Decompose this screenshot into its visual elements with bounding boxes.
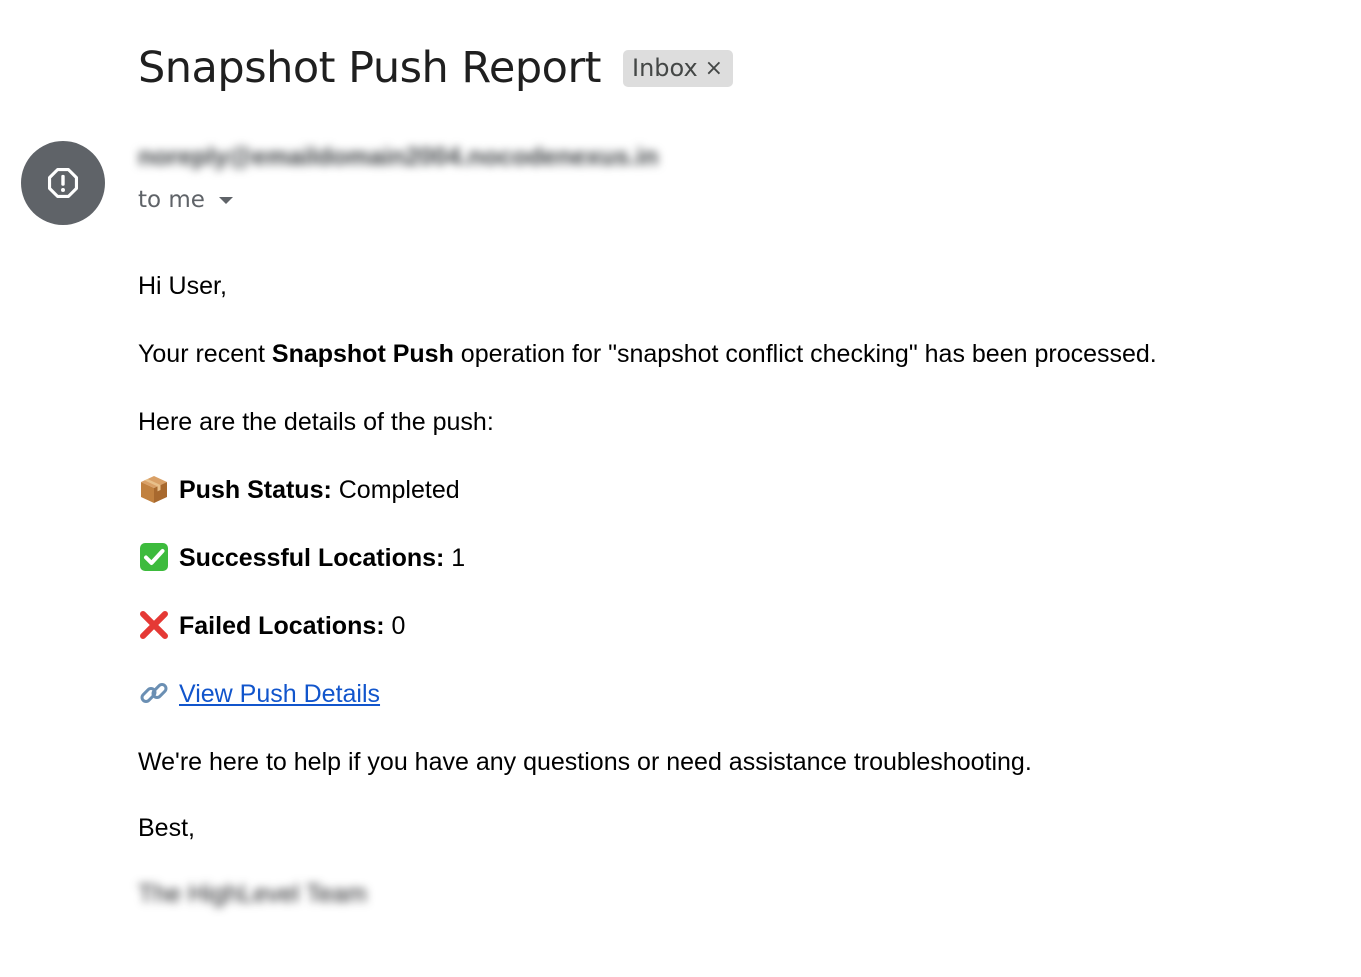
successful-locations-label: Successful Locations:: [179, 544, 445, 572]
subject-row: Snapshot Push Report Inbox ×: [138, 40, 734, 96]
greeting: Hi User,: [138, 272, 227, 300]
chevron-down-icon[interactable]: [218, 196, 233, 204]
failed-locations-value: 0: [384, 612, 406, 640]
successful-locations-value: 1: [444, 544, 466, 572]
details-intro: Here are the details of the push:: [138, 408, 494, 436]
email-view: Snapshot Push Report Inbox × noreply@ema…: [0, 0, 1361, 977]
help-text: We're here to help if you have any quest…: [138, 748, 1032, 776]
inbox-label-chip[interactable]: Inbox ×: [622, 49, 734, 87]
intro-suffix: operation for "snapshot conflict checkin…: [453, 340, 1157, 368]
push-status-label: Push Status:: [179, 476, 332, 504]
intro-prefix: Your recent: [138, 340, 272, 368]
view-details-line: View Push Details: [138, 676, 1318, 712]
link-icon: [140, 683, 168, 703]
recipient-text: to me: [138, 187, 205, 213]
recipient-details[interactable]: to me: [138, 187, 233, 213]
package-icon: [141, 476, 167, 503]
team-signature: The HighLevel Team: [138, 880, 367, 908]
push-status-line: Push Status: Completed: [138, 472, 1318, 508]
check-mark-icon: [140, 543, 168, 571]
email-body: Hi User, Your recent Snapshot Push opera…: [138, 268, 1318, 912]
sender-avatar[interactable]: [21, 141, 105, 225]
remove-label-icon[interactable]: ×: [705, 56, 723, 81]
intro-paragraph: Your recent Snapshot Push operation for …: [138, 336, 1318, 372]
alert-octagon-icon: [47, 167, 79, 199]
successful-locations-line: Successful Locations: 1: [138, 540, 1318, 576]
failed-locations-line: Failed Locations: 0: [138, 608, 1318, 644]
failed-locations-label: Failed Locations:: [179, 612, 385, 640]
view-push-details-link[interactable]: View Push Details: [179, 680, 380, 708]
label-chip-text: Inbox: [631, 54, 698, 82]
intro-bold: Snapshot Push: [271, 340, 454, 368]
signoff: Best,: [138, 814, 195, 842]
push-status-value: Completed: [331, 476, 460, 504]
email-subject: Snapshot Push Report: [138, 43, 601, 93]
cross-mark-icon: [140, 611, 168, 639]
sender-address[interactable]: noreply@emaildomain2004.nocodenexus.in: [138, 143, 658, 172]
